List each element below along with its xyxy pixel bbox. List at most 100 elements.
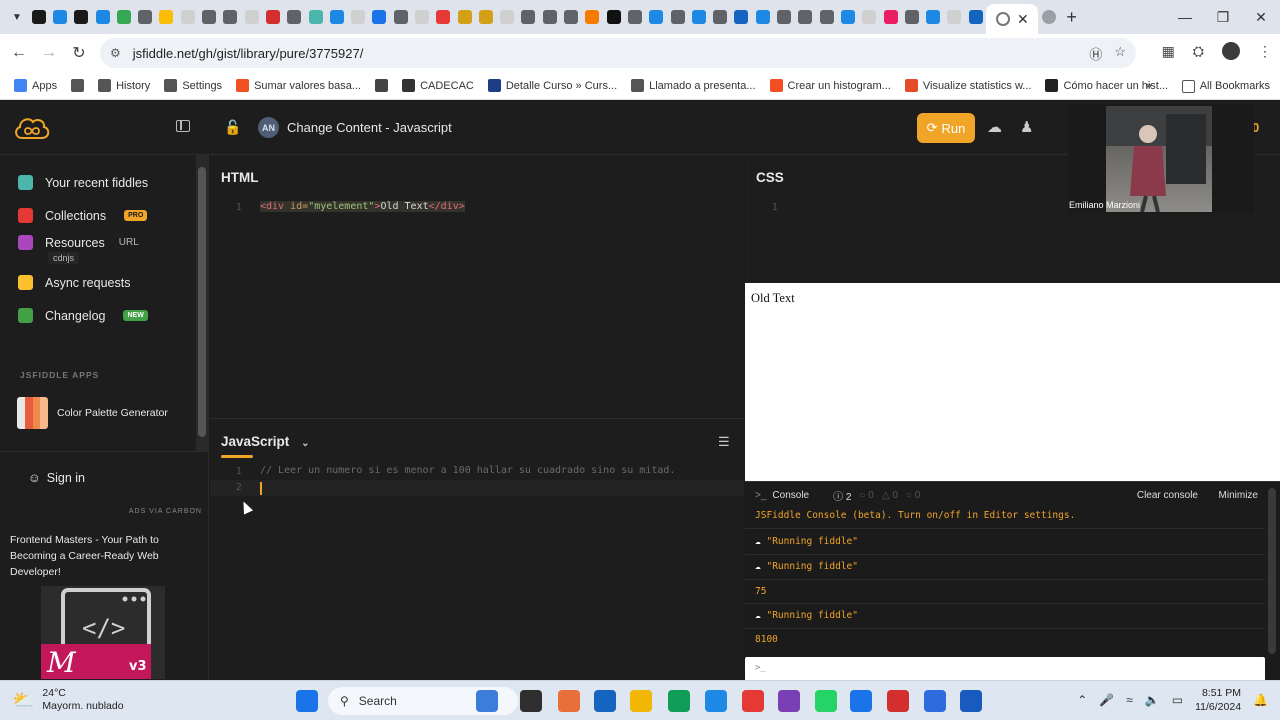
save-cloud-icon[interactable]: ☁ bbox=[987, 118, 1002, 136]
word-icon[interactable] bbox=[960, 690, 982, 712]
store-icon[interactable] bbox=[594, 690, 616, 712]
sidebar-item-collections[interactable]: Collections PRO bbox=[18, 208, 148, 223]
tab[interactable] bbox=[262, 4, 283, 30]
tab[interactable] bbox=[369, 4, 390, 30]
tab[interactable] bbox=[28, 4, 49, 30]
tab[interactable] bbox=[347, 4, 368, 30]
bookmark-item[interactable]: Visualize statistics w... bbox=[904, 79, 1031, 92]
wifi-icon[interactable]: ≈ bbox=[1126, 693, 1133, 707]
acrobat-icon[interactable] bbox=[742, 690, 764, 712]
lock-icon[interactable]: 🔓 bbox=[224, 119, 241, 136]
tab[interactable] bbox=[92, 4, 113, 30]
tab[interactable] bbox=[944, 4, 965, 30]
tab[interactable] bbox=[198, 4, 219, 30]
tab[interactable] bbox=[965, 4, 986, 30]
resource-cdnjs-tag[interactable]: cdnjs bbox=[48, 252, 80, 264]
tab[interactable] bbox=[731, 4, 752, 30]
tab[interactable] bbox=[539, 4, 560, 30]
notifications-icon[interactable]: 🔔 bbox=[1253, 693, 1268, 707]
html-code-line[interactable]: <div id="myelement">Old Text</div> bbox=[260, 201, 465, 212]
bookmark-item[interactable]: Detalle Curso » Curs... bbox=[487, 79, 617, 92]
whatsapp-icon[interactable] bbox=[815, 690, 837, 712]
tab[interactable] bbox=[582, 4, 603, 30]
back-icon[interactable]: ← bbox=[4, 44, 34, 62]
more-bookmarks-icon[interactable]: » bbox=[1146, 80, 1152, 92]
chevron-down-icon[interactable]: ⌄ bbox=[301, 438, 309, 449]
microphone-icon[interactable]: 🎤 bbox=[1099, 693, 1114, 707]
result-panel[interactable]: Old Text bbox=[745, 283, 1280, 481]
sidebar-item-resources[interactable]: Resources URL bbox=[18, 235, 139, 250]
tab[interactable] bbox=[305, 4, 326, 30]
edge-dev-icon[interactable] bbox=[705, 690, 727, 712]
color-palette-icon[interactable] bbox=[17, 397, 48, 429]
js-panel-title[interactable]: JavaScript ⌄ bbox=[221, 434, 309, 449]
tab[interactable] bbox=[113, 4, 134, 30]
tab[interactable] bbox=[475, 4, 496, 30]
tab-groups-icon[interactable]: ▦ bbox=[1162, 43, 1175, 60]
acrobat-reader-icon[interactable] bbox=[887, 690, 909, 712]
run-button[interactable]: ⟳ Run bbox=[917, 113, 975, 143]
widgets-icon[interactable] bbox=[476, 690, 498, 712]
tab[interactable] bbox=[816, 4, 837, 30]
sign-in-button[interactable]: ☺ Sign in bbox=[28, 471, 85, 485]
clock[interactable]: 8:51 PM 11/6/2024 bbox=[1195, 686, 1241, 714]
tab[interactable] bbox=[241, 4, 262, 30]
sidebar-item-changelog[interactable]: Changelog NEW bbox=[18, 308, 148, 323]
clear-console-button[interactable]: Clear console bbox=[1137, 490, 1198, 501]
bookmark-item[interactable]: Llamado a presenta... bbox=[631, 79, 756, 92]
tab[interactable] bbox=[624, 4, 645, 30]
tab[interactable] bbox=[411, 4, 432, 30]
tab[interactable] bbox=[752, 4, 773, 30]
show-hidden-icons[interactable]: ⌃ bbox=[1077, 693, 1087, 707]
info-count-badge[interactable]: ○ 0 bbox=[906, 490, 920, 501]
tab[interactable] bbox=[688, 4, 709, 30]
url-field[interactable]: ⚙ jsfiddle.net/gh/gist/library/pure/3775… bbox=[100, 38, 1136, 68]
site-info-icon[interactable]: ⚙ bbox=[110, 46, 121, 60]
copilot-icon[interactable] bbox=[558, 690, 580, 712]
tab[interactable] bbox=[560, 4, 581, 30]
restore-window-icon[interactable]: ❐ bbox=[1204, 0, 1242, 34]
bookmark-item[interactable]: Settings bbox=[164, 79, 222, 92]
tab[interactable] bbox=[859, 4, 880, 30]
tab-search-icon[interactable]: ▼ bbox=[6, 6, 28, 28]
tab[interactable] bbox=[134, 4, 155, 30]
jsfiddle-logo-icon[interactable] bbox=[12, 114, 52, 142]
resource-url-label[interactable]: URL bbox=[119, 237, 139, 248]
tab[interactable] bbox=[710, 4, 731, 30]
bookmark-item[interactable]: Crear un histogram... bbox=[769, 79, 891, 92]
translate-icon[interactable]: Ⓗ bbox=[1089, 44, 1102, 63]
sidebar-item-async-requests[interactable]: Async requests bbox=[18, 275, 130, 290]
extensions-icon[interactable]: ⛭ bbox=[1193, 43, 1204, 60]
tab[interactable] bbox=[880, 4, 901, 30]
edge-icon[interactable] bbox=[668, 690, 690, 712]
chrome-icon[interactable] bbox=[850, 690, 872, 712]
minimize-console-button[interactable]: Minimize bbox=[1219, 490, 1258, 501]
close-tab-icon[interactable]: ✕ bbox=[1017, 11, 1029, 28]
all-bookmarks[interactable]: All Bookmarks bbox=[1181, 79, 1270, 93]
close-window-icon[interactable]: ✕ bbox=[1242, 0, 1280, 34]
error-count-badge[interactable]: ⓘ 2 bbox=[833, 488, 851, 503]
javascript-editor[interactable]: JavaScript ⌄ ☰ 1 2 // Leer un numero si … bbox=[210, 418, 744, 680]
active-tab[interactable]: ✕ bbox=[986, 4, 1039, 34]
battery-icon[interactable]: ▭ bbox=[1172, 693, 1183, 707]
console-scrollbar[interactable] bbox=[1268, 488, 1276, 654]
forward-icon[interactable]: → bbox=[34, 44, 64, 62]
tab[interactable] bbox=[773, 4, 794, 30]
ad-image[interactable]: </> M v3 bbox=[41, 586, 165, 679]
tab[interactable] bbox=[177, 4, 198, 30]
tab[interactable] bbox=[49, 4, 70, 30]
bookmark-item[interactable]: Apps bbox=[14, 79, 57, 92]
js-comment-line[interactable]: // Leer un numero si es menor a 100 hall… bbox=[260, 465, 675, 476]
weather-widget[interactable]: ⛅ 24°C Mayorm. nublado bbox=[12, 687, 124, 713]
bookmark-item[interactable]: CADECAC bbox=[402, 79, 474, 92]
tab[interactable] bbox=[837, 4, 858, 30]
bookmark-item[interactable] bbox=[375, 79, 389, 92]
windows-start-icon[interactable] bbox=[296, 690, 318, 712]
fiddle-title[interactable]: Change Content - Javascript bbox=[287, 120, 452, 135]
tab[interactable] bbox=[390, 4, 411, 30]
tab[interactable] bbox=[326, 4, 347, 30]
tab[interactable] bbox=[667, 4, 688, 30]
profile-avatar[interactable] bbox=[1222, 42, 1240, 60]
ads-via-carbon[interactable]: ADS VIA CARBON bbox=[129, 508, 202, 515]
tab[interactable] bbox=[71, 4, 92, 30]
